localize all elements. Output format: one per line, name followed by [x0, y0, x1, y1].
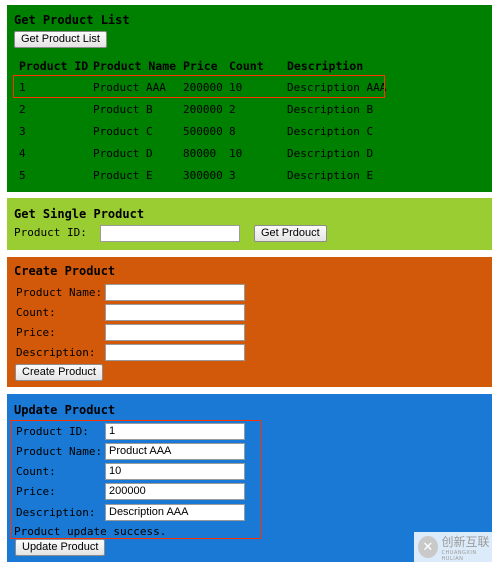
- update-id-label: Product ID:: [16, 425, 89, 438]
- get-product-button[interactable]: Get Prdouct: [254, 225, 327, 242]
- cell-name: Product B: [93, 102, 153, 116]
- watermark-logo-icon: ✕: [418, 536, 438, 558]
- column-header-count: Count: [229, 59, 264, 73]
- column-header-id: Product ID: [19, 59, 89, 73]
- column-header-price: Price: [183, 59, 218, 73]
- update-price-label: Price:: [16, 485, 56, 498]
- cell-count: 2: [229, 102, 236, 116]
- update-count-label: Count:: [16, 465, 56, 478]
- create-description-label: Description:: [16, 346, 96, 359]
- update-name-input[interactable]: Product AAA: [105, 443, 245, 460]
- cell-count: 8: [229, 124, 236, 138]
- create-count-label: Count:: [16, 306, 56, 319]
- update-description-input[interactable]: Description AAA: [105, 504, 245, 521]
- update-description-label: Description:: [16, 506, 96, 519]
- column-header-name: Product Name: [93, 59, 177, 73]
- column-header-description: Description: [287, 59, 364, 73]
- cell-name: Product C: [93, 124, 153, 138]
- product-id-label: Product ID:: [14, 226, 87, 239]
- single-product-panel: Get Single Product Product ID: Get Prdou…: [7, 198, 492, 250]
- table-row: 3 Product C 500000 8 Description C: [19, 120, 401, 142]
- create-price-input[interactable]: [105, 324, 245, 341]
- cell-count: 3: [229, 168, 236, 182]
- table-header-row: Product ID Product Name Price Count Desc…: [19, 56, 401, 76]
- row-highlight-box: [13, 75, 385, 98]
- get-product-list-button[interactable]: Get Product List: [14, 31, 107, 48]
- product-id-input[interactable]: [100, 225, 240, 242]
- cell-id: 4: [19, 146, 26, 160]
- update-status-message: Product update success.: [14, 525, 167, 538]
- single-product-title: Get Single Product: [14, 207, 145, 221]
- watermark-subtext: CHUANGXIN HULIAN: [441, 549, 477, 562]
- create-description-input[interactable]: [105, 344, 245, 361]
- cell-id: 5: [19, 168, 26, 182]
- cell-name: Product D: [93, 146, 153, 160]
- create-product-title: Create Product: [14, 264, 116, 278]
- cell-price: 300000: [183, 168, 223, 182]
- cell-id: 3: [19, 124, 26, 138]
- product-list-title: Get Product List: [14, 13, 130, 27]
- create-count-input[interactable]: [105, 304, 245, 321]
- table-row: 5 Product E 300000 3 Description E: [19, 164, 401, 186]
- create-name-input[interactable]: [105, 284, 245, 301]
- cell-description: Description B: [287, 102, 374, 116]
- cell-price: 500000: [183, 124, 223, 138]
- cell-description: Description E: [287, 168, 374, 182]
- update-count-input[interactable]: 10: [105, 463, 245, 480]
- cell-name: Product E: [93, 168, 153, 182]
- cell-id: 2: [19, 102, 26, 116]
- cell-description: Description C: [287, 124, 374, 138]
- create-product-button[interactable]: Create Product: [15, 364, 103, 381]
- product-list-panel: Get Product List Get Product List Produc…: [7, 5, 492, 192]
- update-product-title: Update Product: [14, 403, 116, 417]
- cell-price: 80000: [183, 146, 217, 160]
- create-product-panel: Create Product Product Name: Count: Pric…: [7, 257, 492, 387]
- watermark: ✕ 创新互联 CHUANGXIN HULIAN: [414, 532, 494, 562]
- create-name-label: Product Name:: [16, 286, 103, 299]
- table-row: 4 Product D 80000 10 Description D: [19, 142, 401, 164]
- cell-description: Description D: [287, 146, 374, 160]
- watermark-text: 创新互联: [441, 534, 490, 549]
- update-id-input[interactable]: 1: [105, 423, 245, 440]
- update-name-label: Product Name:: [16, 445, 103, 458]
- update-price-input[interactable]: 200000: [105, 483, 245, 500]
- update-product-button[interactable]: Update Product: [15, 539, 106, 556]
- cell-price: 200000: [183, 102, 223, 116]
- cell-count: 10: [229, 146, 243, 160]
- table-row: 2 Product B 200000 2 Description B: [19, 98, 401, 120]
- create-price-label: Price:: [16, 326, 56, 339]
